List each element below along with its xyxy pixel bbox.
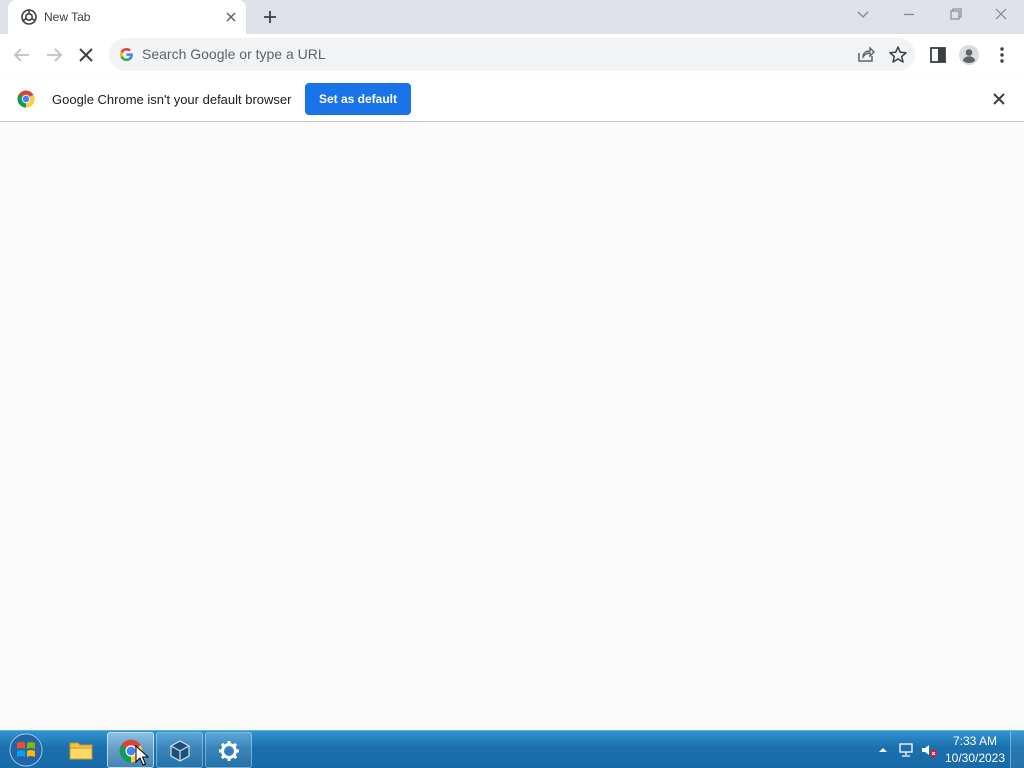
infobar-close-icon[interactable]: [991, 91, 1007, 107]
show-desktop-button[interactable]: [1010, 731, 1024, 768]
menu-icon[interactable]: [991, 44, 1013, 66]
file-explorer-icon: [69, 742, 93, 760]
show-hidden-icons-icon[interactable]: [874, 741, 892, 759]
taskbar: 7:33 AM 10/30/2023: [0, 730, 1024, 768]
tab-favicon-icon: [21, 9, 37, 25]
browser-toolbar: Search Google or type a URL: [0, 34, 1024, 76]
mouse-cursor-icon: [135, 745, 149, 766]
tab-close-icon[interactable]: [223, 9, 239, 25]
bookmark-star-icon[interactable]: [887, 44, 909, 66]
network-icon[interactable]: [897, 741, 915, 759]
settings-icon: [219, 741, 239, 761]
tab-strip: New Tab: [0, 0, 1024, 34]
side-panel-icon[interactable]: [927, 44, 949, 66]
chrome-icon: [17, 90, 35, 108]
profile-avatar-icon[interactable]: [958, 44, 980, 66]
taskbar-virtualbox[interactable]: [156, 732, 203, 768]
infobar-message: Google Chrome isn't your default browser: [52, 92, 292, 107]
new-tab-plus-icon[interactable]: [260, 7, 280, 27]
taskbar-file-explorer[interactable]: [57, 732, 104, 768]
share-icon[interactable]: [855, 44, 877, 66]
back-icon[interactable]: [11, 44, 33, 66]
clock-time[interactable]: 7:33 AM: [946, 734, 1004, 748]
tab-title: New Tab: [44, 10, 91, 24]
address-bar[interactable]: Search Google or type a URL: [109, 38, 915, 71]
default-browser-infobar: Google Chrome isn't your default browser…: [0, 76, 1024, 122]
windows-start-icon[interactable]: [7, 732, 45, 768]
tab-new-tab[interactable]: New Tab: [8, 0, 246, 34]
page-content: [0, 122, 1024, 730]
set-as-default-button[interactable]: Set as default: [305, 83, 411, 115]
restore-icon[interactable]: [943, 5, 967, 23]
virtualbox-icon: [170, 740, 190, 762]
stop-loading-icon[interactable]: [75, 44, 97, 66]
tab-search-chevron-icon[interactable]: [851, 5, 875, 23]
omnibox-placeholder: Search Google or type a URL: [142, 46, 326, 62]
forward-icon[interactable]: [43, 44, 65, 66]
volume-muted-icon[interactable]: [920, 741, 938, 759]
close-window-icon[interactable]: [989, 5, 1013, 23]
minimize-icon[interactable]: [897, 5, 921, 23]
taskbar-settings[interactable]: [205, 732, 252, 768]
google-icon: [119, 47, 133, 62]
clock-date[interactable]: 10/30/2023: [944, 751, 1006, 765]
